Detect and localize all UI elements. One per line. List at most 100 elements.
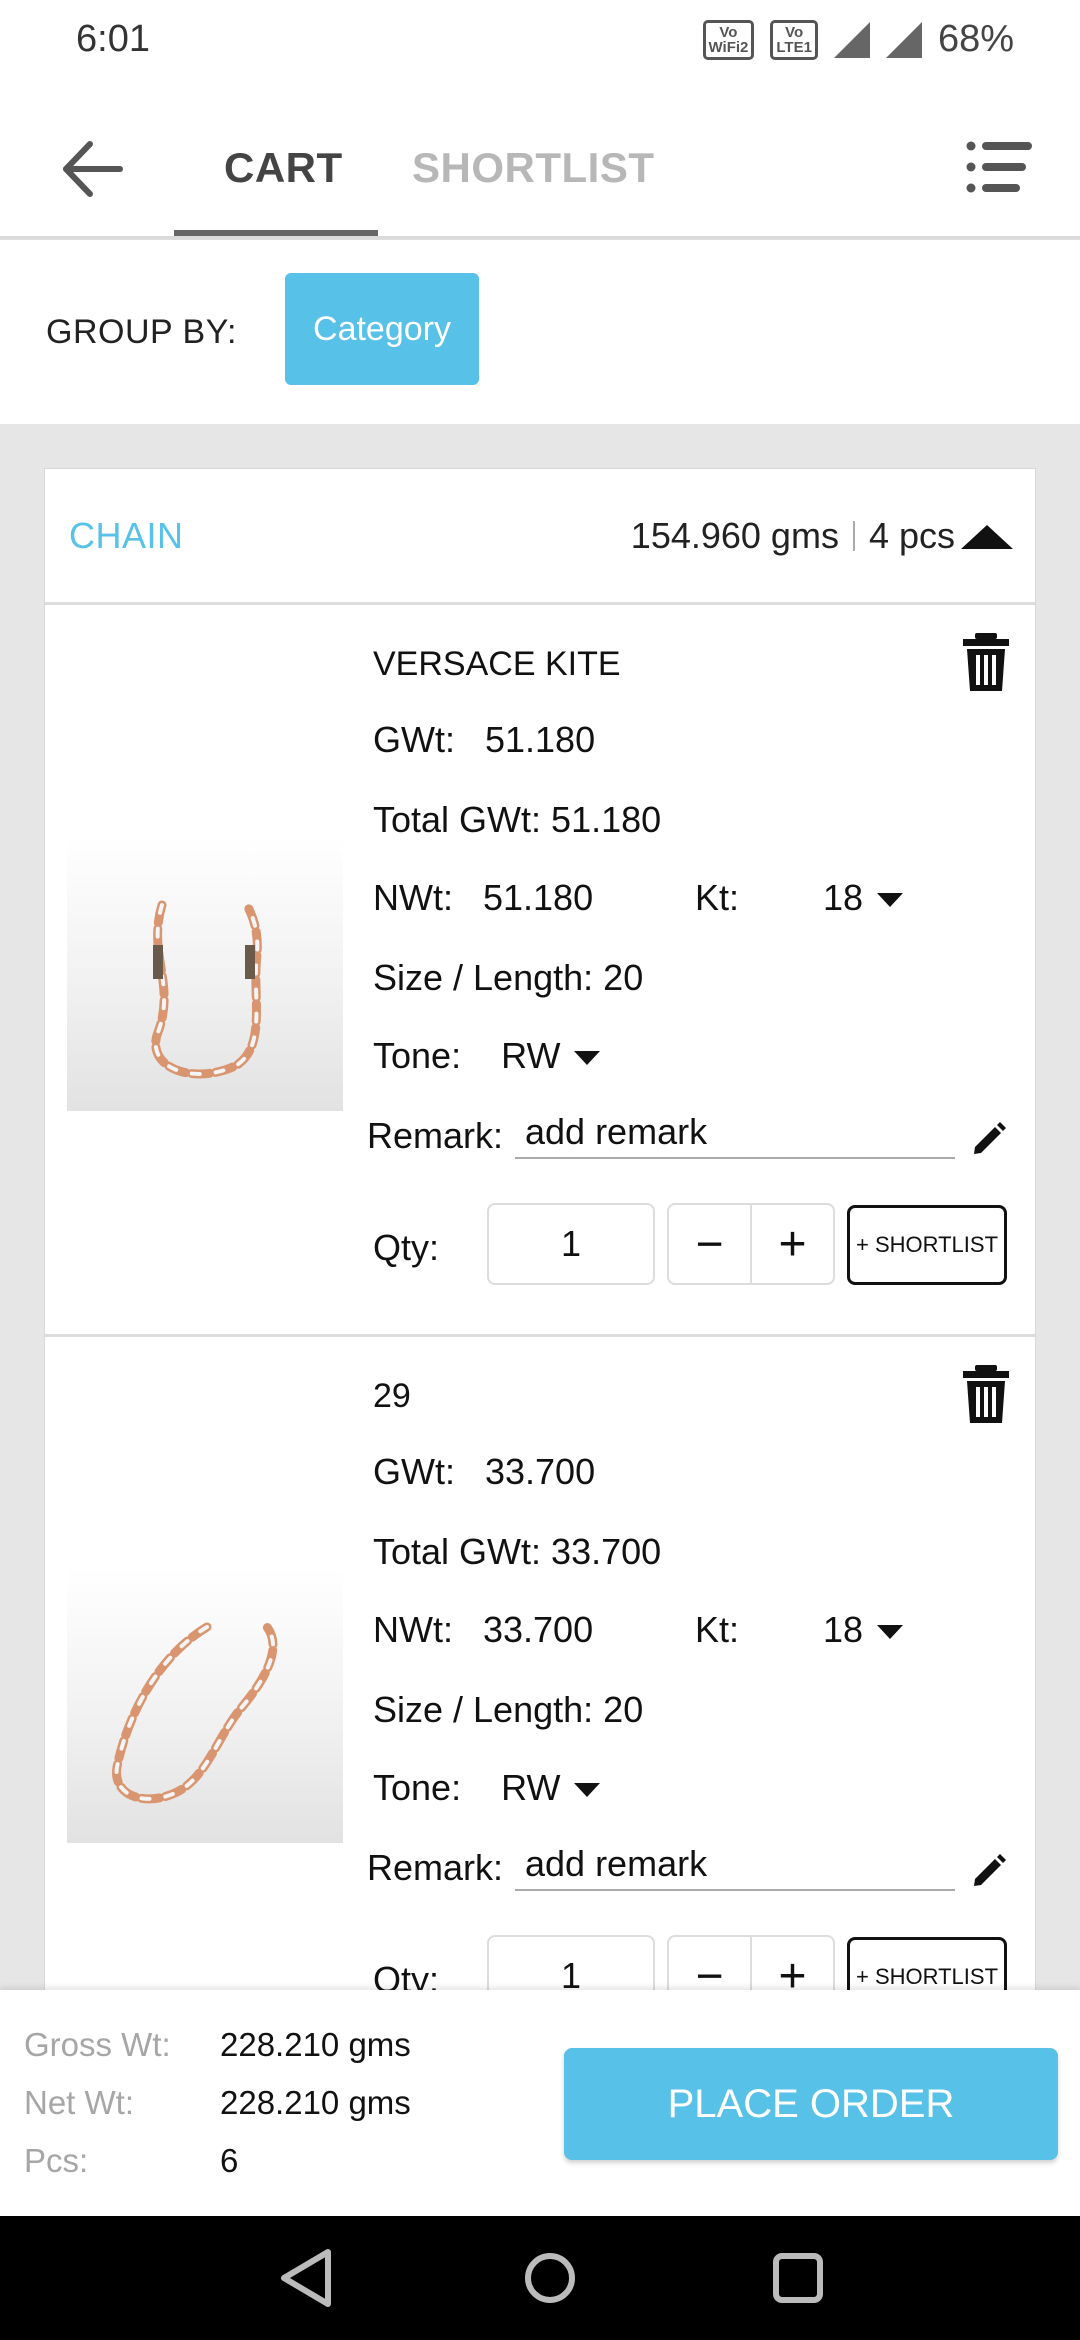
pieces-label: Pcs: [24, 2142, 89, 2179]
remark-input[interactable] [515, 1839, 955, 1891]
volte-icon: Vo LTE1 [770, 19, 818, 60]
status-icons: Vo WiFi2 Vo LTE1 68% [702, 18, 1014, 61]
total-gwt-label: Total GWt: [373, 799, 542, 840]
nwt-row: NWt: 33.700 [373, 1609, 593, 1651]
tone-label: Tone: [373, 1035, 462, 1076]
size-row: Size / Length: 20 [373, 957, 643, 999]
vowifi-badge-bottom: WiFi2 [708, 38, 749, 56]
pencil-icon[interactable] [971, 1853, 1007, 1889]
nwt-label: NWt: [373, 1609, 453, 1650]
group-weight: 154.960 gms [630, 515, 839, 556]
system-nav-bar [0, 2216, 1080, 2340]
place-order-button[interactable]: PLACE ORDER [564, 2048, 1058, 2160]
tone-dropdown[interactable]: RW [501, 1035, 601, 1076]
gwt-label: GWt: [373, 719, 455, 760]
app-header: CART SHORTLIST [0, 84, 1080, 238]
dropdown-caret-icon [877, 1625, 904, 1640]
gwt-row: GWt: 51.180 [373, 719, 595, 761]
volte-badge-top: Vo [785, 23, 804, 41]
tone-label: Tone: [373, 1767, 462, 1808]
gross-weight-row: Gross Wt: 228.210 gms [24, 2026, 411, 2064]
nav-back-icon[interactable] [272, 2244, 340, 2312]
nav-recents-icon[interactable] [764, 2244, 832, 2312]
net-weight-value: 228.210 gms [220, 2084, 411, 2121]
qty-label: Qty: [373, 1227, 440, 1268]
size-label: Size / Length: [373, 1689, 594, 1730]
total-gwt-row: Total GWt: 33.700 [373, 1531, 661, 1573]
item-name: 29 [373, 1377, 411, 1415]
pieces-value: 6 [220, 2142, 239, 2179]
tone-row: Tone: RW [373, 1767, 601, 1809]
battery-level: 68% [937, 18, 1014, 60]
status-bar: 6:01 Vo WiFi2 Vo LTE1 68% [0, 0, 1080, 84]
tab-cart[interactable]: CART [224, 144, 343, 192]
total-gwt-value: 51.180 [551, 799, 662, 840]
gwt-label: GWt: [373, 1451, 455, 1492]
chain-image-icon [112, 1622, 278, 1804]
dropdown-caret-icon [574, 1051, 601, 1066]
chain-image-icon [151, 900, 262, 1079]
item-name: VERSACE KITE [373, 645, 621, 683]
net-weight-label: Net Wt: [24, 2084, 135, 2121]
pencil-icon[interactable] [971, 1121, 1007, 1157]
order-summary-footer: Gross Wt: 228.210 gms Net Wt: 228.210 gms … [0, 1990, 1080, 2216]
nwt-value: 33.700 [482, 1609, 594, 1650]
nwt-label: NWt: [373, 877, 453, 918]
tab-shortlist[interactable]: SHORTLIST [412, 144, 655, 192]
size-row: Size / Length: 20 [373, 1689, 643, 1731]
group-pieces: 4 pcs [868, 515, 955, 556]
trash-icon[interactable] [961, 633, 1011, 691]
sort-menu-icon[interactable] [966, 140, 1032, 194]
group-header[interactable]: CHAIN 154.960 gms 4 pcs [45, 469, 1035, 605]
nwt-row: NWt: 51.180 [373, 877, 593, 919]
trash-icon[interactable] [961, 1365, 1011, 1423]
remark-input[interactable] [515, 1107, 955, 1159]
quantity-stepper: − + [667, 1203, 835, 1285]
total-gwt-label: Total GWt: [373, 1531, 542, 1572]
cart-item: VERSACE KITE GWt: 51.180 Total GWt: 51.18… [45, 607, 1035, 1337]
arrow-left-icon[interactable] [58, 134, 128, 204]
group-title: CHAIN [69, 515, 184, 556]
total-gwt-row: Total GWt: 51.180 [373, 799, 661, 841]
gross-weight-value: 228.210 gms [220, 2026, 411, 2063]
pieces-row: Pcs: 6 [24, 2142, 238, 2180]
tone-dropdown[interactable]: RW [501, 1767, 601, 1808]
group-by-bar: GROUP BY: Category [0, 240, 1080, 424]
kt-dropdown[interactable]: 18 [823, 877, 904, 919]
total-gwt-value: 33.700 [551, 1531, 662, 1572]
remark-label: Remark: [367, 1115, 504, 1156]
group-by-label: GROUP BY: [46, 313, 237, 351]
increment-button[interactable]: + [750, 1205, 833, 1283]
nav-home-icon[interactable] [516, 2244, 584, 2312]
decrement-button[interactable]: − [669, 1205, 750, 1283]
signal-icon [833, 21, 870, 58]
dropdown-caret-icon [574, 1783, 601, 1798]
size-label: Size / Length: [373, 957, 594, 998]
net-weight-row: Net Wt: 228.210 gms [24, 2084, 411, 2122]
tone-value: RW [501, 1035, 561, 1076]
category-button[interactable]: Category [285, 273, 479, 385]
cart-item: 29 GWt: 33.700 Total GWt: 33.700 NWt: 33.7… [45, 1339, 1035, 2007]
tone-value: RW [501, 1767, 561, 1808]
volte-badge-bottom: LTE1 [776, 38, 812, 56]
dropdown-caret-icon [877, 893, 904, 908]
summary-divider [852, 521, 855, 551]
size-value: 20 [603, 1689, 644, 1730]
group-card-chain: CHAIN 154.960 gms 4 pcs VERSACE KITE GWt… [44, 468, 1036, 2008]
qty-input[interactable]: 1 [487, 1203, 655, 1285]
tone-row: Tone: RW [373, 1035, 601, 1077]
gwt-row: GWt: 33.700 [373, 1451, 595, 1493]
status-time: 6:01 [76, 18, 150, 60]
product-image[interactable] [67, 835, 343, 1111]
remark-label: Remark: [367, 1847, 504, 1888]
kt-label: Kt: [695, 877, 740, 918]
kt-dropdown[interactable]: 18 [823, 1609, 904, 1651]
collapse-triangle-icon[interactable] [961, 525, 1013, 549]
add-shortlist-button[interactable]: + SHORTLIST [847, 1205, 1007, 1285]
product-image[interactable] [67, 1567, 343, 1843]
group-summary: 154.960 gms 4 pcs [631, 515, 955, 557]
gwt-value: 33.700 [484, 1451, 596, 1492]
gwt-value: 51.180 [484, 719, 596, 760]
kt-label: Kt: [695, 1609, 740, 1650]
kt-value: 18 [823, 877, 864, 918]
